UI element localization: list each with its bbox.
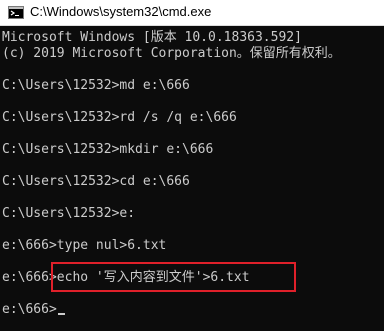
- text-cursor: [57, 313, 65, 315]
- window-title: C:\Windows\system32\cmd.exe: [30, 4, 212, 19]
- highlight-box: [51, 262, 296, 292]
- console-line-drive: C:\Users\12532>e:: [2, 206, 136, 221]
- console-line-mkdir: C:\Users\12532>mkdir e:\666: [2, 142, 214, 157]
- console-line-type: e:\666>type nul>6.txt: [2, 238, 167, 253]
- console-prompt-line[interactable]: e:\666>: [2, 301, 65, 319]
- console-line-copyright: (c) 2019 Microsoft Corporation。保留所有权利。: [2, 46, 341, 61]
- console-line-cd: C:\Users\12532>cd e:\666: [2, 174, 190, 189]
- console-output[interactable]: Microsoft Windows [版本 10.0.18363.592] (c…: [0, 26, 384, 331]
- cmd-window: C:\Windows\system32\cmd.exe Microsoft Wi…: [0, 0, 384, 331]
- title-bar[interactable]: C:\Windows\system32\cmd.exe: [0, 0, 384, 26]
- cmd-console-icon: [8, 6, 24, 19]
- console-line-md: C:\Users\12532>md e:\666: [2, 78, 190, 93]
- console-prompt: e:\666>: [2, 302, 57, 317]
- console-line-rd: C:\Users\12532>rd /s /q e:\666: [2, 110, 237, 125]
